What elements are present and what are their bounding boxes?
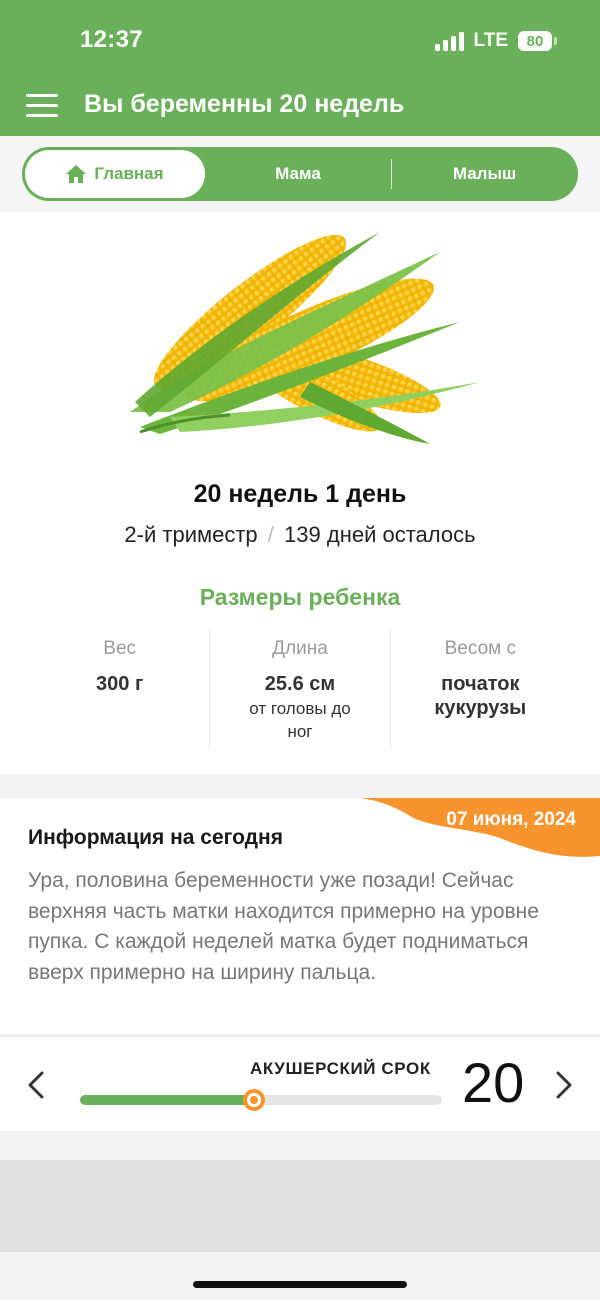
info-body: Ура, половина беременности уже позади! С…: [28, 869, 539, 984]
stat-length-label: Длина: [272, 638, 328, 659]
stat-length-note: от головы до ног: [249, 699, 351, 741]
separator: /: [267, 522, 274, 547]
tab-baby-label: Малыш: [452, 164, 517, 183]
baby-size-heading: Размеры ребенка: [199, 584, 401, 610]
stat-length-value: 25.6 см: [264, 673, 336, 695]
info-title: Информация на сегодня: [28, 826, 283, 849]
tab-mom[interactable]: Мама: [205, 147, 391, 201]
stat-weight-value: 300 г: [96, 673, 144, 695]
chevron-right-icon[interactable]: [548, 1065, 578, 1105]
week-summary-card: 20 недель 1 день 2-й триместр / 139 дней…: [0, 212, 600, 774]
corn-illustration: [130, 232, 480, 444]
trimester: 2-й триместр: [124, 522, 258, 547]
home-icon: [66, 165, 87, 183]
battery-level: 80: [526, 32, 544, 50]
tab-home-label: Главная: [94, 164, 164, 183]
status-time: 12:37: [80, 26, 143, 53]
stat-comparison-label: Весом с: [444, 638, 516, 659]
stat-weight-label: Вес: [103, 638, 137, 659]
app-header: 12:37 LTE 80 Вы беременны 20 недель: [0, 0, 600, 136]
week-number: 20: [462, 1051, 525, 1114]
hamburger-menu-icon[interactable]: [26, 94, 58, 118]
tab-baby[interactable]: Малыш: [392, 147, 577, 201]
home-indicator[interactable]: [193, 1281, 407, 1288]
battery-icon: 80: [518, 31, 557, 51]
stat-comparison: Весом с початок кукурузы: [389, 630, 570, 748]
week-slider[interactable]: [80, 1089, 442, 1111]
trimester-line: 2-й триместр / 139 дней осталось: [0, 522, 600, 548]
slider-fill: [80, 1095, 254, 1105]
week-title: 20 недель 1 день: [193, 480, 407, 508]
page-title: Вы беременны 20 недель: [84, 90, 405, 118]
slider-label: АКУШЕРСКИЙ СРОК: [250, 1059, 431, 1078]
days-left: 139 дней осталось: [284, 522, 476, 547]
stat-length: Длина 25.6 см от головы до ног: [209, 630, 389, 748]
daily-info-card: 07 июня, 2024 Информация на сегодня Ура,…: [0, 798, 600, 1034]
chevron-left-icon[interactable]: [22, 1065, 52, 1105]
tab-home[interactable]: Главная: [25, 150, 205, 198]
tab-mom-label: Мама: [275, 164, 321, 183]
bottom-area: [0, 1160, 600, 1252]
network-type: LTE: [473, 30, 508, 51]
tabs-container: Главная Мама Малыш: [0, 136, 600, 212]
stat-weight: Вес 300 г: [30, 630, 209, 748]
signal-icon: [434, 31, 464, 51]
slider-thumb[interactable]: [242, 1089, 265, 1111]
info-date: 07 июня, 2024: [446, 809, 576, 830]
tab-bar: Главная Мама Малыш: [22, 147, 578, 201]
baby-size-stats: Вес 300 г Длина 25.6 см от головы до ног…: [30, 630, 570, 748]
status-indicators: LTE 80: [434, 28, 557, 54]
week-slider-bar: АКУШЕРСКИЙ СРОК 20: [0, 1036, 600, 1131]
stat-comparison-value: початок кукурузы: [434, 673, 527, 719]
